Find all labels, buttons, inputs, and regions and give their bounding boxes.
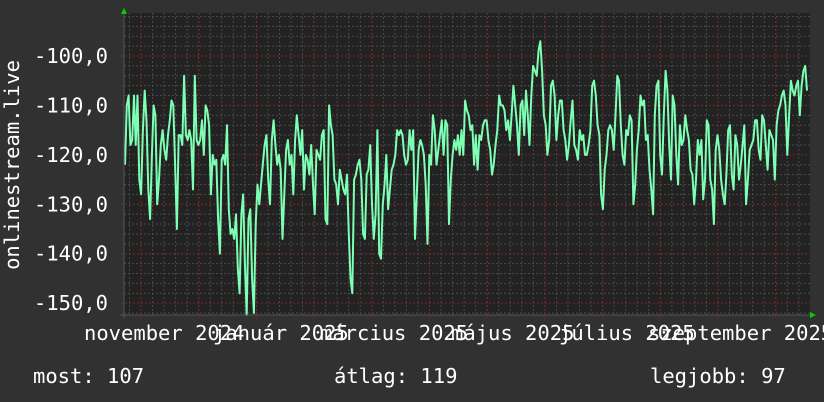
y-tick-label: -110,0 bbox=[34, 93, 108, 117]
y-tick-label: -150,0 bbox=[34, 291, 108, 315]
chart: onlinestream.live -100,0 -110,0 -120,0 -… bbox=[0, 0, 824, 402]
y-tick-label: -100,0 bbox=[34, 44, 108, 68]
y-tick-label: -130,0 bbox=[34, 192, 108, 216]
legend-current: most: 107 bbox=[33, 364, 144, 388]
x-tick-label: május 2025 bbox=[451, 321, 574, 345]
y-tick-label: -140,0 bbox=[34, 242, 108, 266]
legend-best: legjobb: 97 bbox=[650, 364, 786, 388]
y-axis-title: onlinestream.live bbox=[0, 60, 24, 270]
legend-average: átlag: 119 bbox=[334, 364, 457, 388]
y-tick-label: -120,0 bbox=[34, 143, 108, 167]
x-tick-labels: november 2024 január 2025 március 2025 m… bbox=[84, 321, 824, 345]
x-tick-label: szeptember 2025 bbox=[648, 321, 824, 345]
x-tick-label: március 2025 bbox=[320, 321, 468, 345]
